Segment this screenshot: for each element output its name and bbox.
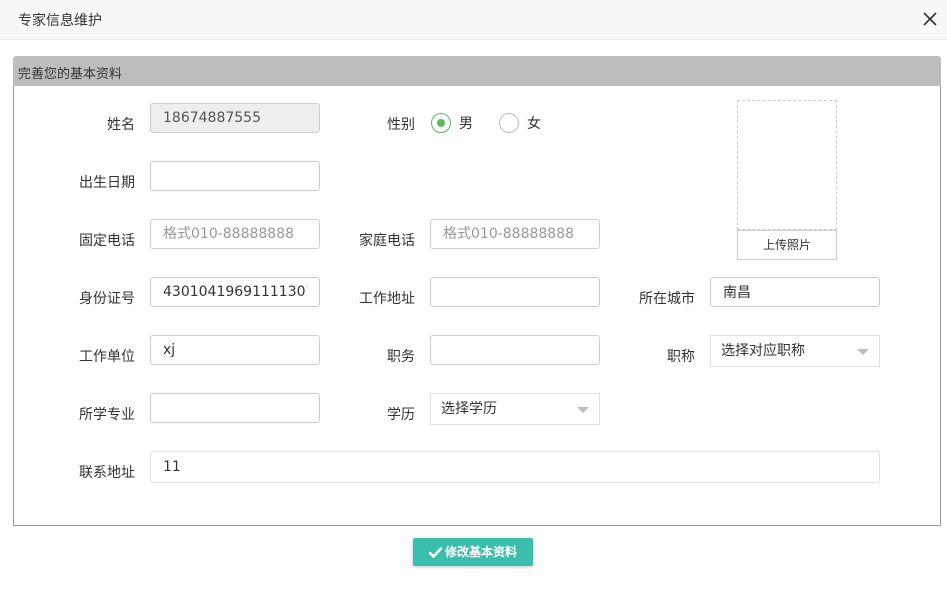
radio-checked-icon bbox=[431, 113, 451, 133]
caret-down-icon bbox=[577, 407, 589, 413]
dialog-title: 专家信息维护 bbox=[18, 13, 102, 29]
work-address-input[interactable] bbox=[430, 277, 600, 307]
close-icon[interactable] bbox=[921, 10, 939, 28]
contact-address-input[interactable] bbox=[150, 451, 880, 483]
photo-preview bbox=[737, 100, 837, 230]
caret-down-icon bbox=[857, 349, 869, 355]
dialog-titlebar: 专家信息维护 bbox=[0, 0, 947, 40]
id-number-label: 身份证号 bbox=[79, 291, 135, 307]
gender-radio-male[interactable]: 男 bbox=[431, 113, 473, 133]
check-icon bbox=[428, 547, 442, 558]
id-number-input[interactable] bbox=[150, 277, 320, 307]
employer-input[interactable] bbox=[150, 335, 320, 365]
gender-option-male: 男 bbox=[459, 116, 473, 132]
major-input[interactable] bbox=[150, 393, 320, 423]
work-address-label: 工作地址 bbox=[359, 291, 415, 307]
name-label: 姓名 bbox=[107, 117, 135, 133]
contact-address-label: 联系地址 bbox=[79, 465, 135, 481]
title-rank-select[interactable]: 选择对应职称 bbox=[710, 335, 880, 367]
landline-label: 固定电话 bbox=[79, 233, 135, 249]
education-select[interactable]: 选择学历 bbox=[430, 393, 600, 425]
birth-date-input[interactable] bbox=[150, 161, 320, 191]
update-profile-button[interactable]: 修改基本资料 bbox=[413, 538, 533, 566]
home-phone-input[interactable] bbox=[430, 219, 600, 249]
city-input[interactable] bbox=[710, 277, 880, 307]
birth-label: 出生日期 bbox=[79, 175, 135, 191]
name-input[interactable] bbox=[150, 103, 320, 133]
gender-radio-female[interactable]: 女 bbox=[499, 113, 541, 133]
upload-photo-button[interactable]: 上传照片 bbox=[737, 230, 837, 260]
panel-heading: 完善您的基本资料 bbox=[18, 67, 123, 82]
position-label: 职务 bbox=[387, 349, 415, 365]
title-rank-label: 职称 bbox=[667, 349, 695, 365]
gender-option-female: 女 bbox=[527, 116, 541, 132]
update-profile-label: 修改基本资料 bbox=[444, 545, 517, 559]
position-input[interactable] bbox=[430, 335, 600, 365]
title-rank-selected: 选择对应职称 bbox=[721, 343, 805, 359]
home-phone-label: 家庭电话 bbox=[359, 233, 415, 249]
panel-header: 完善您的基本资料 bbox=[13, 56, 941, 86]
gender-label: 性别 bbox=[387, 117, 415, 133]
employer-label: 工作单位 bbox=[79, 349, 135, 365]
education-selected: 选择学历 bbox=[441, 401, 497, 417]
radio-unchecked-icon bbox=[499, 113, 519, 133]
education-label: 学历 bbox=[387, 407, 415, 423]
major-label: 所学专业 bbox=[79, 407, 135, 423]
landline-input[interactable] bbox=[150, 219, 320, 249]
city-label: 所在城市 bbox=[639, 291, 695, 307]
